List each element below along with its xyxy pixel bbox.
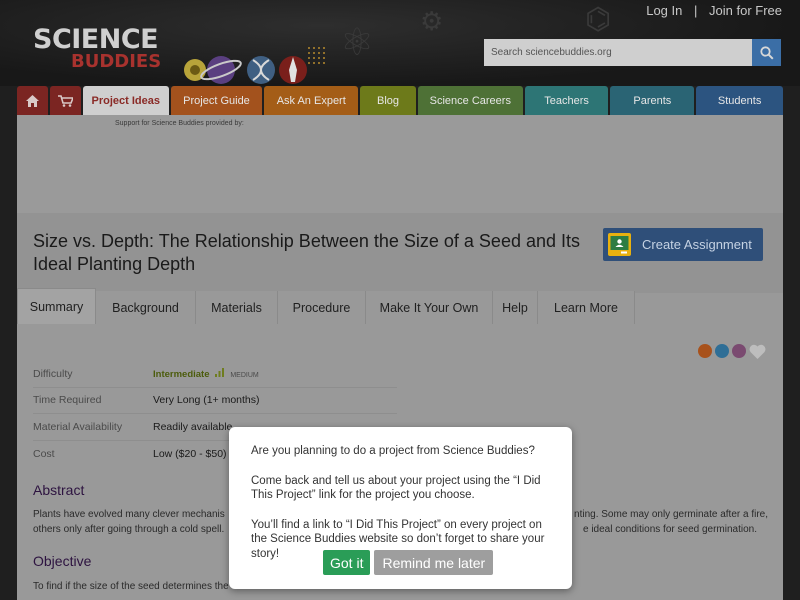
gear-decoration-icon: ⚙ — [420, 6, 444, 36]
project-tabs: Summary Background Materials Procedure M… — [17, 288, 783, 324]
search-button[interactable] — [752, 39, 781, 66]
tab-procedure[interactable]: Procedure — [278, 291, 366, 324]
favorite-heart-icon[interactable] — [749, 344, 766, 359]
logo-text-buddies: BUDDIES — [71, 51, 162, 72]
search-input[interactable]: Search sciencebuddies.org — [484, 39, 752, 66]
print-icon[interactable] — [715, 344, 729, 358]
email-icon[interactable] — [732, 344, 746, 358]
molecule-decoration-icon: ⌬ — [585, 3, 612, 36]
rss-icon[interactable] — [698, 344, 712, 358]
tab-summary[interactable]: Summary — [17, 288, 96, 324]
login-separator: | — [694, 3, 698, 18]
cart-icon — [57, 94, 73, 107]
nav-parents[interactable]: Parents — [610, 86, 695, 115]
site-header: ⚛ ⌬ ⚙ SCIENCE BUDDIES Log In | Join for … — [0, 0, 800, 86]
difficulty-value: Intermediate MEDIUM — [153, 367, 259, 380]
modal-buttons: Got it Remind me later — [323, 550, 494, 575]
google-classroom-icon — [608, 233, 631, 256]
abstract-line-1-start: Plants have evolved many clever mechanis — [33, 509, 225, 520]
home-icon — [25, 94, 39, 107]
material-value: Readily available — [153, 420, 233, 433]
time-value: Very Long (1+ months) — [153, 394, 260, 407]
nav-ask-an-expert[interactable]: Ask An Expert — [264, 86, 359, 115]
abstract-line-2-end: e ideal conditions for seed germination. — [583, 524, 757, 535]
login-link[interactable]: Log In — [646, 3, 682, 18]
tab-learn-more[interactable]: Learn More — [538, 291, 635, 324]
nav-project-guide[interactable]: Project Guide — [170, 86, 263, 115]
difficulty-level: Intermediate — [153, 368, 210, 380]
create-assignment-button[interactable]: Create Assignment — [603, 228, 763, 261]
join-link[interactable]: Join for Free — [709, 3, 782, 18]
atom-decoration-icon: ⚛ — [340, 22, 375, 64]
abstract-heading: Abstract — [33, 482, 85, 498]
tab-background[interactable]: Background — [96, 291, 196, 324]
nav-blog[interactable]: Blog — [360, 86, 416, 115]
remind-me-later-button[interactable]: Remind me later — [374, 550, 494, 575]
modal-question: Are you planning to do a project from Sc… — [251, 445, 535, 457]
main-nav: Project Ideas Project Guide Ask An Exper… — [17, 86, 783, 115]
info-row-time: Time Required Very Long (1+ months) — [33, 388, 397, 414]
material-key: Material Availability — [33, 420, 123, 433]
home-button[interactable] — [17, 86, 48, 115]
cart-button[interactable] — [49, 86, 81, 115]
i-did-this-project-modal: Are you planning to do a project from Sc… — [229, 427, 572, 589]
sponsor-area: Support for Science Buddies provided by: — [17, 115, 783, 213]
cost-value: Low ($20 - $50) — [153, 447, 227, 460]
tab-materials[interactable]: Materials — [196, 291, 278, 324]
nav-project-ideas[interactable]: Project Ideas — [82, 86, 169, 115]
info-row-difficulty: Difficulty Intermediate MEDIUM — [33, 361, 397, 388]
nav-students[interactable]: Students — [696, 86, 783, 115]
nav-teachers[interactable]: Teachers — [524, 86, 609, 115]
abstract-line-2-start: others only after going through a cold s… — [33, 524, 225, 535]
page-title: Size vs. Depth: The Relationship Between… — [33, 231, 580, 274]
difficulty-key: Difficulty — [33, 367, 73, 380]
difficulty-bars-icon — [215, 367, 225, 377]
modal-instruction: Come back and tell us about your project… — [251, 474, 541, 502]
cost-key: Cost — [33, 447, 55, 460]
tab-make-it-your-own[interactable]: Make It Your Own — [366, 291, 493, 324]
search-icon — [759, 45, 774, 60]
objective-heading: Objective — [33, 553, 92, 569]
nav-science-careers[interactable]: Science Careers — [417, 86, 523, 115]
account-links: Log In | Join for Free — [646, 3, 782, 18]
share-icons — [698, 344, 766, 359]
sponsor-label: Support for Science Buddies provided by: — [115, 120, 244, 127]
tab-help[interactable]: Help — [493, 291, 538, 324]
got-it-button[interactable]: Got it — [323, 550, 371, 575]
time-key: Time Required — [33, 394, 102, 407]
create-assignment-label: Create Assignment — [642, 237, 752, 252]
abstract-line-1-end: nting. Some may only germinate after a f… — [574, 509, 768, 520]
difficulty-medium: MEDIUM — [230, 371, 259, 379]
